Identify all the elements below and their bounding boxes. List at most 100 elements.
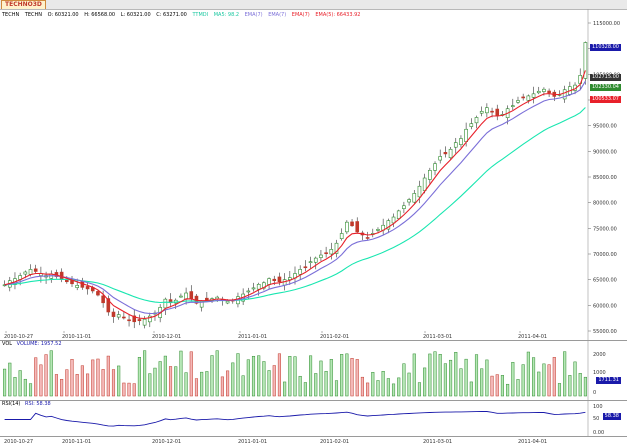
volume-bar <box>226 370 230 397</box>
volume-bar <box>480 368 484 397</box>
candle-body <box>521 96 525 99</box>
volume-bar <box>184 372 188 397</box>
volume-bar <box>137 357 141 397</box>
candle-body <box>313 257 318 263</box>
volume-bar <box>381 371 385 397</box>
candle-body <box>111 311 116 317</box>
tab-chart[interactable]: TECHNO3D <box>1 0 46 9</box>
price-tick-label: 55000.00 <box>593 329 617 335</box>
volume-bar <box>521 364 525 397</box>
candle-body <box>272 278 277 281</box>
volume-bar <box>516 379 520 397</box>
volume-bar <box>8 362 12 397</box>
volume-bar <box>28 383 33 397</box>
rsi-pane[interactable]: 100 50 0.00 RSI(14) RSI: 58.38 58.38 <box>0 401 627 437</box>
bottom-date-label: 2010-11-01 <box>62 439 91 445</box>
volume-chart[interactable]: 2000 1000 0 <box>0 340 627 400</box>
volume-bar <box>65 369 69 397</box>
rsi-tick-label: 100 <box>593 404 603 410</box>
volume-bar <box>122 382 126 397</box>
candle-body <box>267 278 271 285</box>
candle-body <box>526 95 531 101</box>
volume-bar <box>148 373 152 397</box>
candle-body <box>85 286 90 290</box>
price-badge: 100533.07 <box>589 96 621 103</box>
volume-bar <box>573 361 577 397</box>
volume-label: VOL VOLUME: 1957.52 <box>2 341 62 348</box>
volume-bar <box>168 366 173 397</box>
volume-bar <box>506 383 510 397</box>
candle-body <box>137 319 142 322</box>
volume-bar <box>417 382 422 397</box>
volume-bar <box>474 354 479 397</box>
volume-bar <box>495 374 499 397</box>
volume-bar <box>189 351 193 397</box>
volume-bar <box>283 381 287 397</box>
volume-bar <box>80 365 84 397</box>
volume-bar <box>563 351 567 397</box>
volume-bar <box>220 376 224 397</box>
volume-bar <box>350 358 354 397</box>
volume-bar <box>402 363 406 397</box>
candle-body <box>324 252 328 255</box>
volume-bar <box>557 383 562 397</box>
candle-body <box>122 316 126 319</box>
rsi-tick-label: 50 <box>593 416 599 422</box>
volume-bar <box>355 359 359 397</box>
volume-bar <box>215 350 219 397</box>
volume-bar <box>106 355 110 397</box>
volume-bar <box>469 381 473 397</box>
volume-bar <box>329 359 333 397</box>
rsi-title: RSI(14) <box>2 401 21 407</box>
volume-bar <box>91 359 95 397</box>
candle-body <box>251 287 256 290</box>
price-tick-label: 95000.00 <box>593 124 617 130</box>
volume-bar <box>438 354 442 397</box>
rsi-chart[interactable]: 100500.00 <box>0 401 627 436</box>
volume-tick-label: 2000 <box>593 352 606 358</box>
volume-bar <box>111 369 116 397</box>
volume-bar <box>511 362 515 397</box>
volume-bar <box>205 371 209 397</box>
price-pane[interactable]: 115000.00110000.00105000.00100000.009500… <box>0 9 627 341</box>
volume-bar <box>3 368 7 397</box>
candle-body <box>345 221 349 233</box>
candle-body <box>511 105 515 107</box>
volume-bar <box>200 371 204 397</box>
volume-bar <box>309 355 313 397</box>
volume-bar <box>376 380 380 397</box>
volume-bar <box>542 363 546 397</box>
candle-body <box>246 290 251 293</box>
bottom-date-label: 2010-10-27 <box>4 439 33 445</box>
rsi-value: RSI: 58.38 <box>24 401 51 407</box>
candle-body <box>163 298 168 309</box>
volume-bar <box>397 377 401 397</box>
rsi-line <box>4 411 586 427</box>
volume-bar <box>454 351 458 397</box>
candle-body <box>438 156 443 161</box>
rsi-badge: 58.38 <box>602 413 621 420</box>
candle-body <box>453 142 458 148</box>
price-tick-label: 65000.00 <box>593 278 617 284</box>
volume-bar <box>459 368 463 397</box>
candle-body <box>28 269 33 275</box>
price-tick-label: 70000.00 <box>593 252 617 258</box>
rsi-label: RSI(14) RSI: 58.38 <box>2 401 51 408</box>
price-badge: 102330.04 <box>589 84 621 91</box>
candle-body <box>422 177 427 191</box>
candle-body <box>75 285 79 288</box>
volume-bar <box>345 353 349 397</box>
candle-body <box>448 148 453 159</box>
volume-pane[interactable]: 2000 1000 0 VOL VOLUME: 1957.52 1711.31 <box>0 340 627 401</box>
volume-bar <box>340 354 344 397</box>
volume-bar <box>526 351 530 397</box>
volume-bar <box>246 359 250 397</box>
volume-bar <box>179 350 183 397</box>
candle-body <box>365 237 370 239</box>
candle-body <box>142 318 147 326</box>
price-tick-label: 90000.00 <box>593 149 617 155</box>
price-chart[interactable]: 115000.00110000.00105000.00100000.009500… <box>0 9 627 340</box>
price-badge: 110328.00 <box>589 44 621 51</box>
volume-bar <box>174 366 178 397</box>
candle-body <box>308 261 313 263</box>
